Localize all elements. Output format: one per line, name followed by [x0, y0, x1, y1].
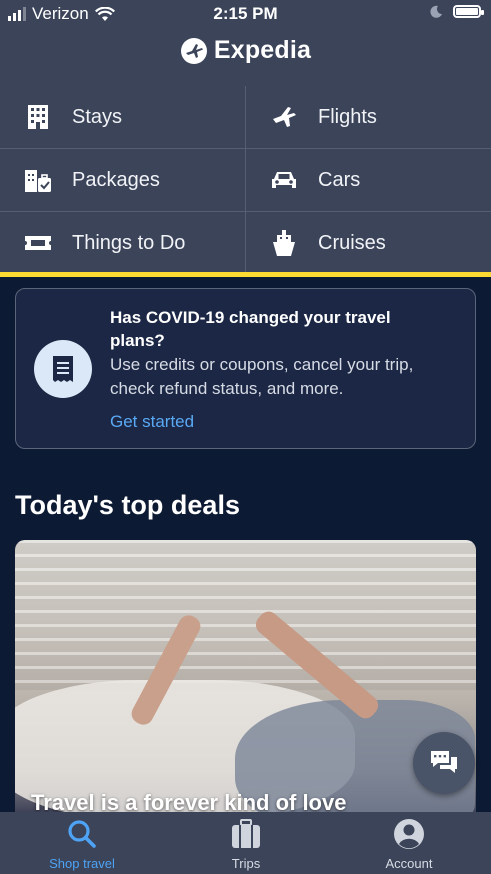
covid-description: Use credits or coupons, cancel your trip… — [110, 355, 414, 398]
search-icon — [67, 818, 97, 850]
battery-icon — [453, 5, 484, 18]
packages-icon — [14, 167, 62, 193]
nav-label: Cars — [318, 168, 361, 191]
deal-caption: Travel is a forever kind of love — [31, 790, 347, 812]
app-header: Expedia — [0, 28, 491, 87]
nav-flights[interactable]: Flights — [246, 86, 491, 148]
nav-label: Cruises — [318, 231, 386, 254]
tab-shop-travel[interactable]: Shop travel — [40, 812, 124, 874]
tab-trips[interactable]: Trips — [204, 812, 288, 874]
nav-packages[interactable]: Packages — [0, 149, 245, 211]
nav-cruises[interactable]: Cruises — [246, 212, 491, 274]
nav-stays[interactable]: Stays — [0, 86, 245, 148]
expedia-logo-icon — [180, 37, 207, 64]
tab-bar: Shop travel Trips Account — [0, 812, 491, 874]
nav-label: Things to Do — [72, 231, 186, 254]
chat-button[interactable] — [413, 732, 475, 794]
airplane-icon — [260, 103, 308, 131]
deal-image — [15, 540, 476, 690]
receipt-icon — [34, 340, 92, 398]
get-started-link[interactable]: Get started — [110, 412, 194, 432]
status-right — [430, 5, 484, 18]
covid-card[interactable]: Has COVID-19 changed your travel plans? … — [15, 288, 476, 449]
car-icon — [260, 169, 308, 191]
nav-cars[interactable]: Cars — [246, 149, 491, 211]
suitcase-icon — [230, 818, 262, 850]
tab-label: Account — [385, 856, 433, 871]
moon-icon — [430, 5, 442, 18]
building-icon — [14, 104, 62, 130]
tab-label: Shop travel — [49, 856, 115, 871]
nav-label: Packages — [72, 168, 160, 191]
chat-icon — [431, 751, 457, 773]
nav-label: Flights — [318, 105, 377, 128]
clock: 2:15 PM — [213, 4, 278, 23]
product-nav: Stays Flights Packages Cars Things to Do… — [0, 86, 491, 272]
deal-card[interactable]: Travel is a forever kind of love — [15, 540, 476, 812]
logo-text: Expedia — [213, 36, 312, 64]
expedia-logo[interactable]: Expedia — [0, 36, 491, 65]
divider — [245, 86, 246, 272]
covid-title: Has COVID-19 changed your travel plans? — [110, 308, 391, 350]
tab-account[interactable]: Account — [367, 812, 451, 874]
tab-label: Trips — [231, 856, 261, 871]
account-icon — [393, 818, 425, 850]
status-bar: Verizon 2:15 PM — [0, 0, 491, 28]
nav-label: Stays — [72, 105, 123, 128]
section-heading: Today's top deals — [15, 490, 240, 520]
nav-things-to-do[interactable]: Things to Do — [0, 212, 245, 274]
ship-icon — [260, 229, 308, 257]
ticket-icon — [14, 234, 62, 252]
accent-bar — [0, 272, 491, 277]
